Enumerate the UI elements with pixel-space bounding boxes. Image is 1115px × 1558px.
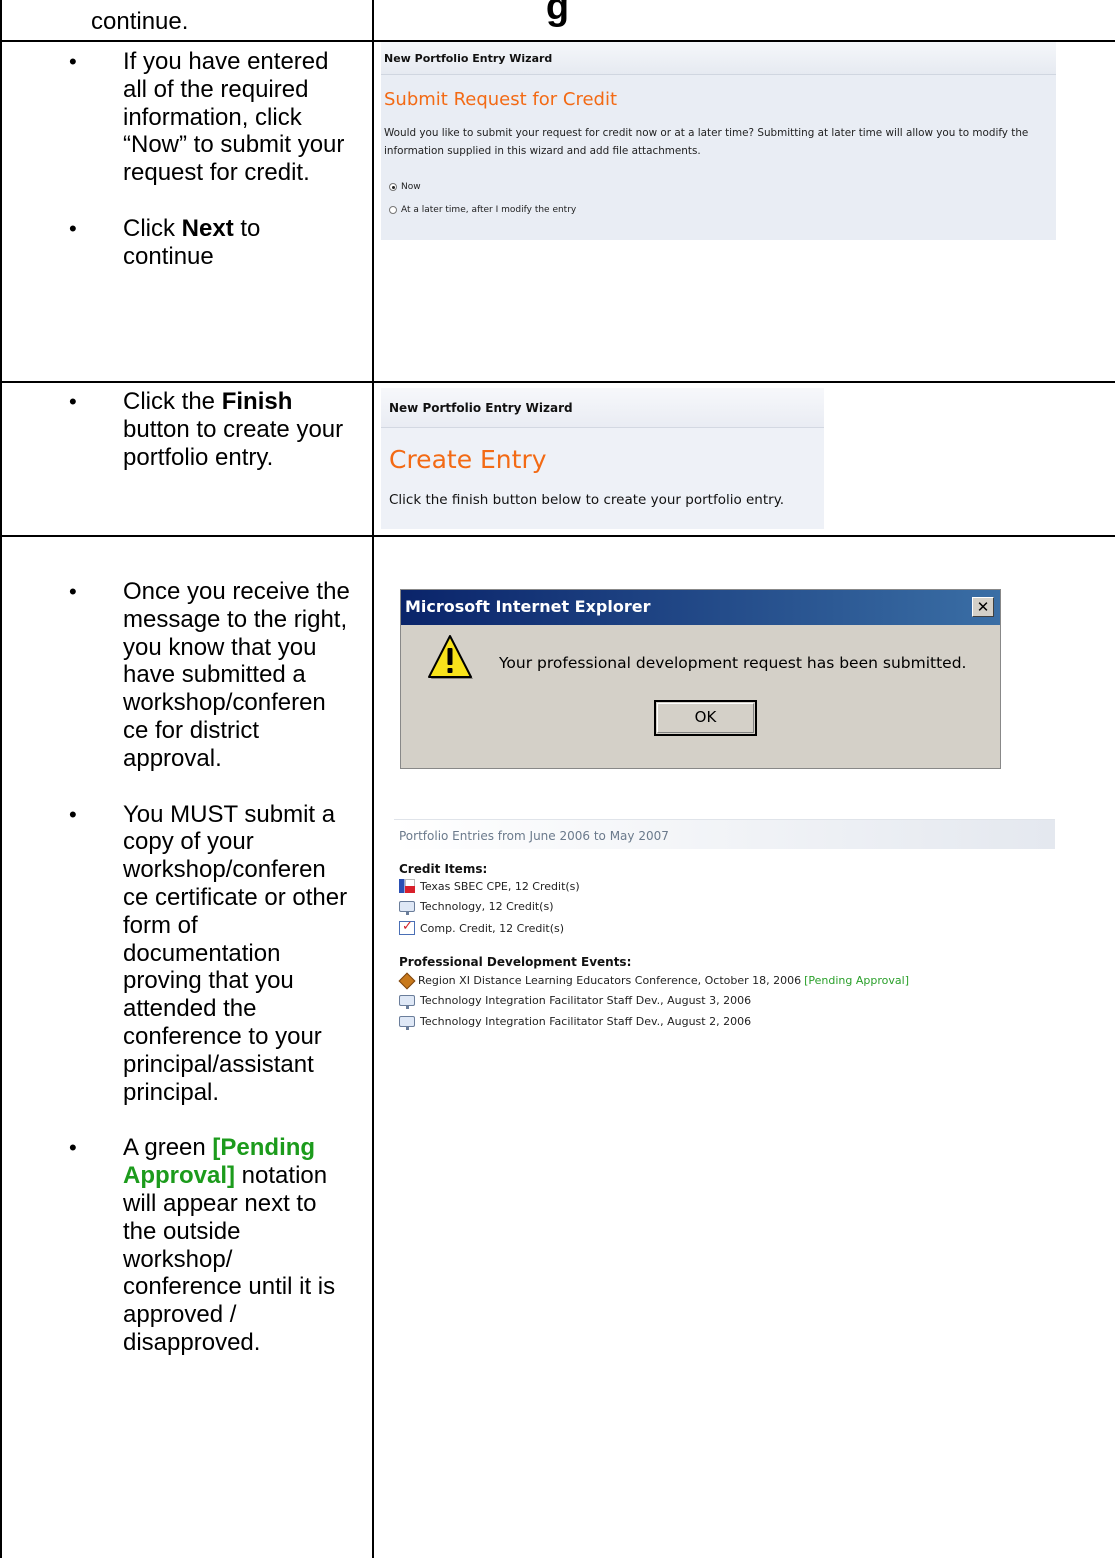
- radio-now-label: Now: [401, 182, 421, 192]
- radio-button-selected[interactable]: [389, 183, 397, 191]
- wizard-step-title: Submit Request for Credit: [384, 89, 618, 110]
- computer-icon: [399, 995, 415, 1009]
- radio-later-label: At a later time, after I modify the entr…: [401, 205, 577, 215]
- close-icon[interactable]: ✕: [972, 597, 994, 617]
- dialog-title-bar: Microsoft Internet Explorer ✕: [401, 590, 1000, 625]
- wizard-header: New Portfolio Entry Wizard: [381, 42, 1056, 75]
- row3-instructions: Click the Finish button to create your p…: [69, 388, 353, 471]
- ie-alert-dialog: Microsoft Internet Explorer ✕ Your profe…: [400, 589, 1001, 769]
- radio-later[interactable]: At a later time, after I modify the entr…: [389, 205, 576, 215]
- ok-button[interactable]: OK: [654, 700, 757, 736]
- row2-instructions: If you have entered all of the required …: [69, 48, 353, 271]
- row2-bullet-now: If you have entered all of the required …: [69, 48, 353, 187]
- row-divider-2: [0, 381, 1115, 383]
- row4-bullet-pending: A green [Pending Approval] notation will…: [69, 1134, 353, 1356]
- submit-request-wizard: New Portfolio Entry Wizard Submit Reques…: [381, 42, 1056, 240]
- row4-bullet-must-submit: You MUST submit a copy of your workshop/…: [69, 801, 353, 1107]
- event-item[interactable]: Technology Integration Facilitator Staff…: [399, 994, 751, 1009]
- row4-bullet-message: Once you receive the message to the righ…: [69, 578, 353, 773]
- texas-flag-icon: [399, 879, 415, 893]
- wizard-description: Would you like to submit your request fo…: [384, 127, 1029, 157]
- wizard-step-title: Create Entry: [389, 445, 547, 474]
- credit-item[interactable]: Texas SBEC CPE, 12 Credit(s): [399, 879, 580, 893]
- table-column-divider: [372, 0, 374, 1558]
- radio-button[interactable]: [389, 206, 397, 214]
- pending-approval-badge: [Pending Approval]: [804, 973, 909, 987]
- warning-icon: [428, 635, 473, 679]
- credit-item[interactable]: Comp. Credit, 12 Credit(s): [399, 919, 564, 935]
- row1-text: continue.: [91, 8, 188, 36]
- checkbox-icon: [399, 919, 415, 935]
- radio-now[interactable]: Now: [389, 182, 421, 192]
- credit-items-heading: Credit Items:: [399, 862, 488, 876]
- row3-bullet-finish: Click the Finish button to create your p…: [69, 388, 353, 471]
- wizard-description: Click the finish button below to create …: [389, 492, 785, 508]
- diamond-icon: [399, 973, 413, 987]
- portfolio-header: Portfolio Entries from June 2006 to May …: [394, 819, 1055, 849]
- dialog-title: Microsoft Internet Explorer: [405, 597, 651, 616]
- event-item[interactable]: Technology Integration Facilitator Staff…: [399, 1015, 751, 1030]
- computer-icon: [399, 1016, 415, 1030]
- create-entry-wizard: New Portfolio Entry Wizard Create Entry …: [381, 388, 824, 529]
- events-heading: Professional Development Events:: [399, 955, 632, 969]
- event-item[interactable]: Region XI Distance Learning Educators Co…: [399, 973, 909, 987]
- wizard-header: New Portfolio Entry Wizard: [381, 388, 824, 428]
- row4-instructions: Once you receive the message to the righ…: [69, 578, 353, 1357]
- table-left-border: [0, 0, 2, 1558]
- computer-icon: [399, 901, 415, 915]
- row-divider-3: [0, 535, 1115, 537]
- row2-bullet-next: Click Next to continue: [69, 215, 353, 271]
- credit-item[interactable]: Technology, 12 Credit(s): [399, 900, 554, 915]
- row1-continue: continue.: [91, 8, 189, 35]
- dialog-message: Your professional development request ha…: [499, 654, 967, 672]
